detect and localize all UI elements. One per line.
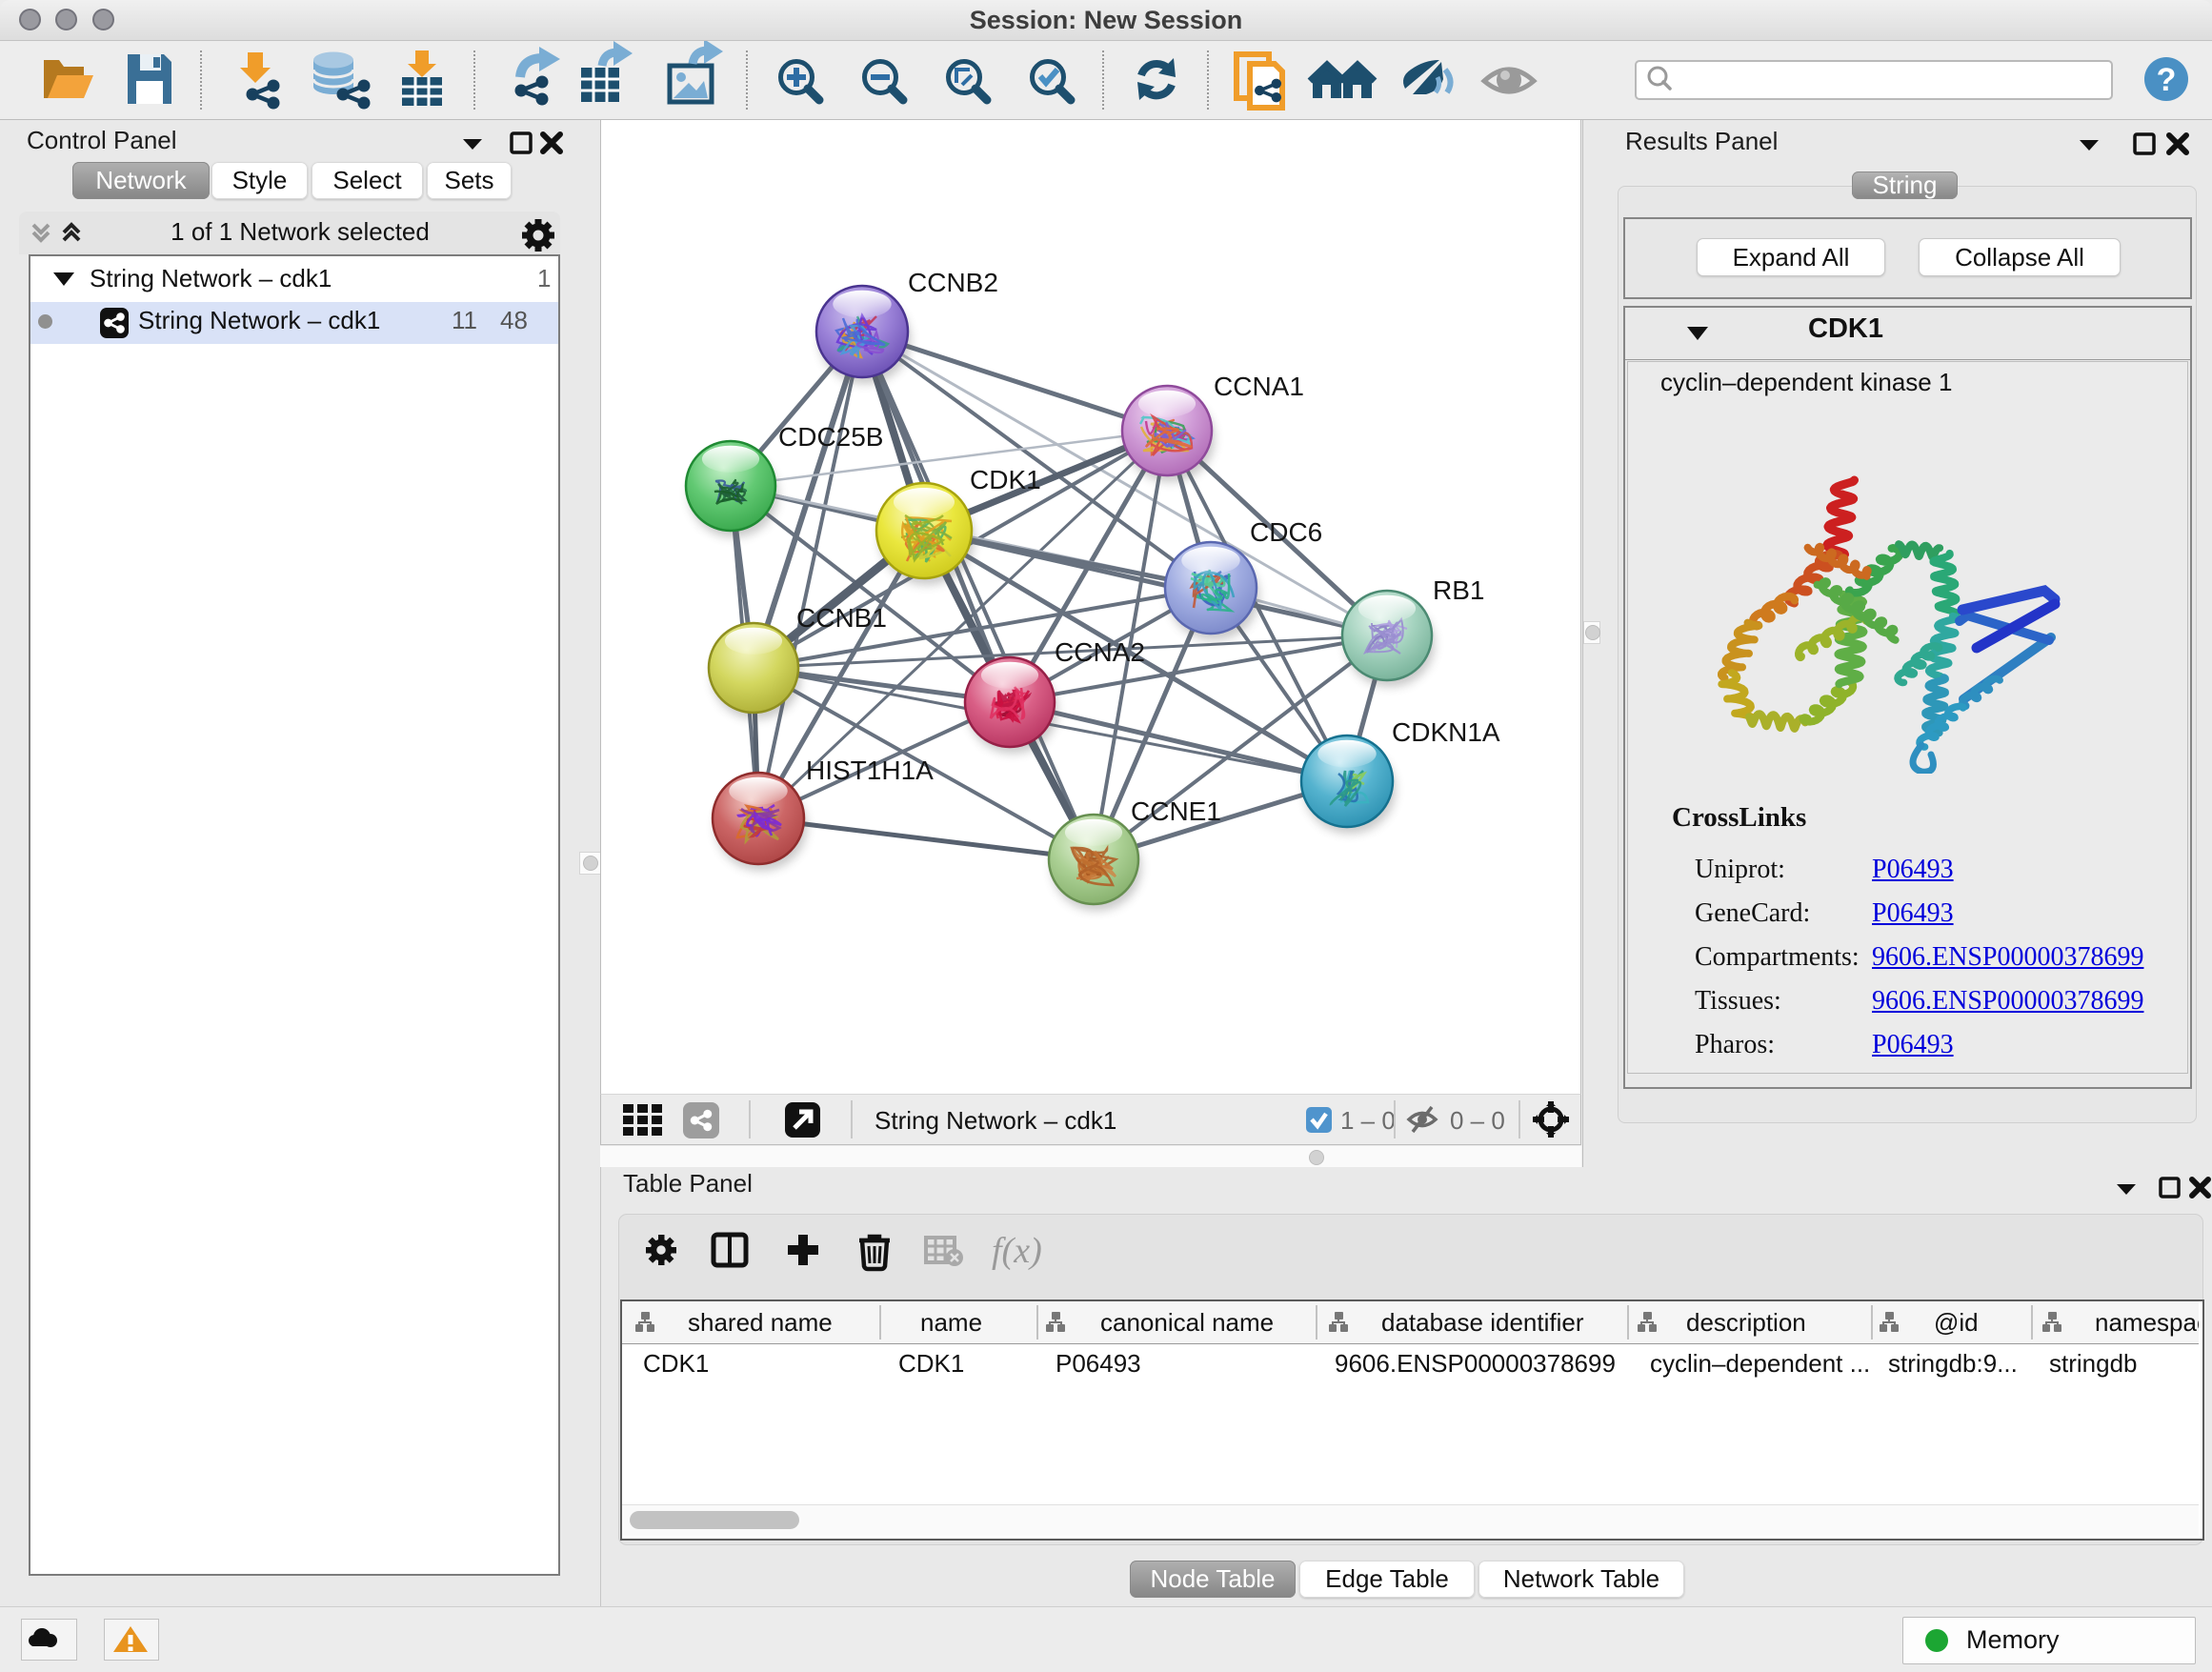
svg-text:CDC25B: CDC25B [778, 422, 883, 452]
svg-text:stringdb:9...: stringdb:9... [1888, 1349, 2018, 1378]
svg-text:CDKN1A: CDKN1A [1392, 717, 1500, 747]
svg-text:namespace: namespace [2095, 1308, 2199, 1337]
svg-text:0 – 0: 0 – 0 [1450, 1106, 1505, 1135]
svg-text:shared name: shared name [688, 1308, 833, 1337]
svg-text:description: description [1686, 1308, 1806, 1337]
svg-text:CCNB1: CCNB1 [796, 603, 887, 633]
svg-text:9606.ENSP00000378699: 9606.ENSP00000378699 [1335, 1349, 1616, 1378]
svg-text:cyclin–dependent ...: cyclin–dependent ... [1650, 1349, 1870, 1378]
svg-text:stringdb: stringdb [2049, 1349, 2138, 1378]
svg-text:1 – 0: 1 – 0 [1340, 1106, 1396, 1135]
svg-text:CCNA2: CCNA2 [1055, 637, 1145, 667]
svg-text:canonical name: canonical name [1100, 1308, 1274, 1337]
svg-text:CDK1: CDK1 [898, 1349, 964, 1378]
svg-text:?: ? [2157, 62, 2177, 98]
svg-text:RB1: RB1 [1433, 575, 1484, 605]
svg-text:CCNE1: CCNE1 [1131, 796, 1221, 826]
svg-text:HIST1H1A: HIST1H1A [806, 755, 934, 785]
svg-text:CDK1: CDK1 [643, 1349, 709, 1378]
svg-text:CDC6: CDC6 [1250, 517, 1322, 547]
svg-text:name: name [920, 1308, 982, 1337]
svg-text:P06493: P06493 [1056, 1349, 1141, 1378]
svg-text:database identifier: database identifier [1381, 1308, 1584, 1337]
svg-text:CDK1: CDK1 [970, 465, 1041, 494]
svg-text:CCNA1: CCNA1 [1214, 372, 1304, 401]
svg-text:String Network – cdk1: String Network – cdk1 [875, 1106, 1116, 1135]
svg-text:@id: @id [1934, 1308, 1979, 1337]
svg-text:f(x): f(x) [992, 1231, 1042, 1271]
svg-text:CCNB2: CCNB2 [908, 268, 998, 297]
